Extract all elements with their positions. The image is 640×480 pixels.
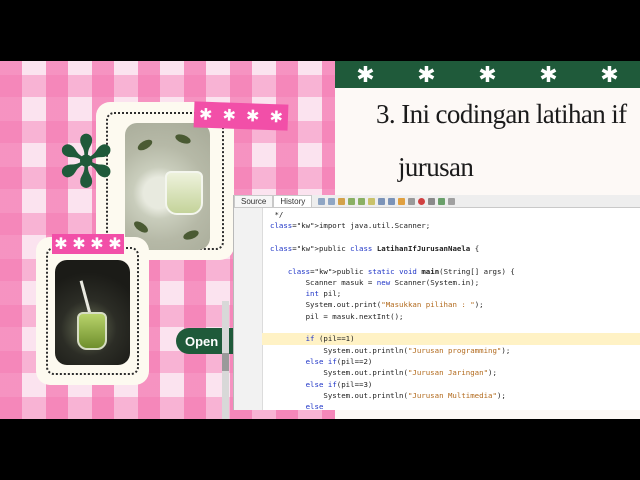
forward-icon[interactable] [328,198,336,205]
tab-history[interactable]: History [273,195,313,207]
code-text: System.out.println("Jurusan programming"… [270,345,511,355]
shift-right-icon[interactable] [388,198,396,205]
star-icon: ✱ [539,61,558,87]
tape-top: ✱ ✱ ✱ ✱ [193,101,289,131]
slide: ✱ ✱ ✱ ✱ ✱ 3. Ini codingan latihan if jur… [0,61,640,419]
editor-tabs: Source History [234,195,640,208]
tasks-icon[interactable] [448,198,456,205]
matcha-photo [125,123,210,250]
code-text: System.out.println("Jurusan Jaringan"); [270,368,497,378]
code-area[interactable]: 10 */11class="kw">import java.util.Scann… [262,208,640,410]
slide-title-line: 3. Ini codingan latihan if [376,99,627,129]
back-icon[interactable] [318,198,326,205]
iced-matcha-photo [55,260,130,365]
code-text: else if(pil==3) [305,379,373,389]
code-line: 25 else if(pil==3) [262,379,640,390]
star-icon: ✱ [108,236,122,253]
code-text: System.out.println("Jurusan Multimedia")… [270,390,506,400]
code-line: 13class="kw">public class LatihanIfJurus… [262,243,640,254]
code-text: */ [270,210,284,219]
code-text: else if(pil==2) [305,356,373,366]
code-line: 26 System.out.println("Jurusan Multimedi… [262,390,640,401]
search-icon[interactable] [338,198,346,205]
star-icon: ✱ [198,106,213,124]
star-icon: ✱ [269,109,284,127]
code-line: 21 if (pil==1) [262,333,640,345]
find-next-icon[interactable] [358,198,366,205]
star-icon: ✱ [478,61,497,87]
code-line: 18 System.out.print("Masukkan pilihan : … [262,299,640,310]
code-line: 17 int pil; [262,288,640,299]
code-text: int pil; [305,289,342,299]
leaf [182,228,200,242]
matcha-glass [77,312,107,350]
code-line: 20 [262,322,640,333]
stop-macro-icon[interactable] [428,198,436,205]
code-line: 22 System.out.println("Jurusan programmi… [262,345,640,356]
code-line: 11class="kw">import java.util.Scanner; [262,220,640,231]
green-flower-icon: ✻ [56,123,117,203]
line-gutter [234,208,263,410]
code-line: 23 else if(pil==2) [262,356,640,367]
star-icon: ✱ [600,61,619,87]
header-star-band: ✱ ✱ ✱ ✱ ✱ [335,61,640,88]
star-icon: ✱ [356,61,375,87]
code-text: class="kw">import java.util.Scanner; [270,221,431,231]
code-text: if (pil==1) [305,334,355,344]
editor-toolbar [318,196,456,207]
leaf [136,137,154,153]
code-line: 12 [262,232,640,243]
code-line: 10 */ [262,209,640,220]
star-icon: ✱ [222,107,237,125]
code-line: 16 Scanner masuk = new Scanner(System.in… [262,277,640,288]
code-text: class="kw">public static void main(Strin… [287,266,515,276]
tape-left: ✱ ✱ ✱ ✱ [52,234,124,254]
code-line: 27 else [262,401,640,410]
star-icon: ✱ [245,108,260,126]
code-text: pil = masuk.nextInt(); [270,311,404,321]
bookmark-icon[interactable] [398,198,406,205]
diff-icon[interactable] [438,198,446,205]
leaf [174,132,192,146]
slide-title-line: jurusan [398,152,474,182]
slide-title: 3. Ini codingan latihan if jurusan [376,88,636,182]
toggle-highlight-icon[interactable] [368,198,376,205]
code-line: 15 class="kw">public static void main(St… [262,266,640,277]
code-text: Scanner masuk = new Scanner(System.in); [270,277,480,287]
find-prev-icon[interactable] [348,198,356,205]
code-line: 19 pil = masuk.nextInt(); [262,311,640,322]
photo-frame-bottom [40,241,145,381]
leaf [132,219,150,235]
record-macro-icon[interactable] [418,198,426,205]
code-line: 14 [262,254,640,265]
code-text: System.out.print("Masukkan pilihan : "); [270,300,484,310]
comment-icon[interactable] [408,198,416,205]
tab-source[interactable]: Source [234,195,274,207]
code-line: 24 System.out.println("Jurusan Jaringan"… [262,367,640,378]
code-editor: Source History 10 */11class="kw">import [233,195,640,410]
scrollbar-thumb[interactable] [222,353,229,371]
code-text: class="kw">public class LatihanIfJurusan… [270,243,480,253]
star-icon: ✱ [54,236,68,253]
star-icon: ✱ [72,236,86,253]
shift-left-icon[interactable] [378,198,386,205]
star-icon: ✱ [417,61,436,87]
code-text: else [305,402,324,410]
matcha-glass [165,171,203,215]
star-icon: ✱ [90,236,104,253]
